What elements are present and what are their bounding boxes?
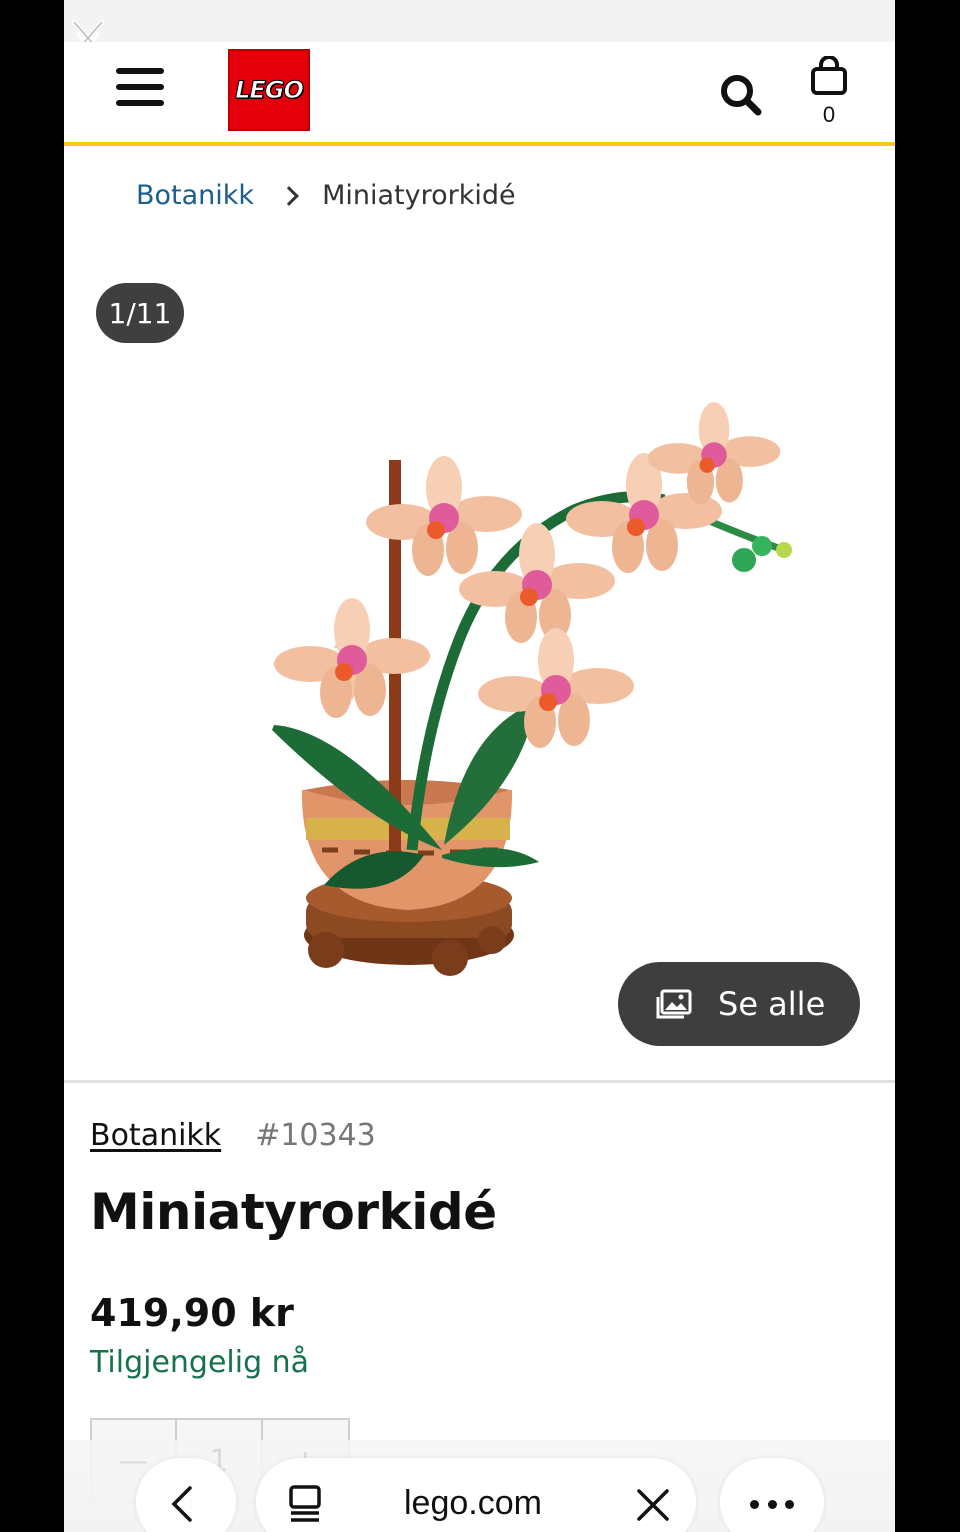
cart-button[interactable]: 0	[806, 55, 852, 136]
image-counter: 1/11	[96, 283, 184, 343]
breadcrumb: Botanikk Miniatyrorkidé	[136, 180, 516, 211]
site-header: LEGO 0	[64, 42, 895, 146]
search-icon[interactable]	[718, 72, 764, 118]
see-all-label: Se alle	[718, 985, 826, 1023]
lego-logo[interactable]: LEGO	[228, 49, 310, 131]
breadcrumb-current: Miniatyrorkidé	[322, 180, 516, 211]
address-bar-url[interactable]: lego.com	[404, 1484, 542, 1523]
cart-count: 0	[822, 102, 836, 127]
product-price: 419,90 kr	[90, 1291, 294, 1335]
product-image[interactable]	[194, 350, 794, 990]
logo-text: LEGO	[235, 76, 305, 105]
product-info: Botanikk #10343 Miniatyrorkidé 419,90 kr…	[90, 1118, 870, 1380]
more-pill	[720, 1458, 824, 1532]
chevron-right-icon	[279, 185, 299, 206]
app-screen: LEGO 0 Botanikk Miniatyrorkidé 1/11 Se a…	[64, 0, 895, 1532]
status-strip	[64, 0, 895, 42]
shopping-bag-icon	[811, 55, 847, 95]
item-number: #10343	[255, 1118, 376, 1153]
see-all-button[interactable]: Se alle	[618, 962, 860, 1046]
product-gallery[interactable]: 1/11 Se alle	[64, 250, 895, 1080]
availability-status: Tilgjengelig nå	[90, 1345, 310, 1380]
theme-link[interactable]: Botanikk	[90, 1118, 221, 1153]
menu-icon[interactable]	[116, 68, 166, 116]
back-icon[interactable]	[166, 1486, 202, 1522]
breadcrumb-link-botanikk[interactable]: Botanikk	[136, 180, 254, 211]
product-title: Miniatyrorkidé	[90, 1183, 497, 1241]
close-tab-icon[interactable]	[636, 1488, 670, 1522]
product-meta: Botanikk #10343	[90, 1118, 870, 1153]
gallery-icon	[656, 989, 692, 1019]
more-icon[interactable]	[750, 1500, 794, 1512]
tabs-icon[interactable]	[286, 1484, 326, 1524]
section-divider	[64, 1080, 895, 1083]
